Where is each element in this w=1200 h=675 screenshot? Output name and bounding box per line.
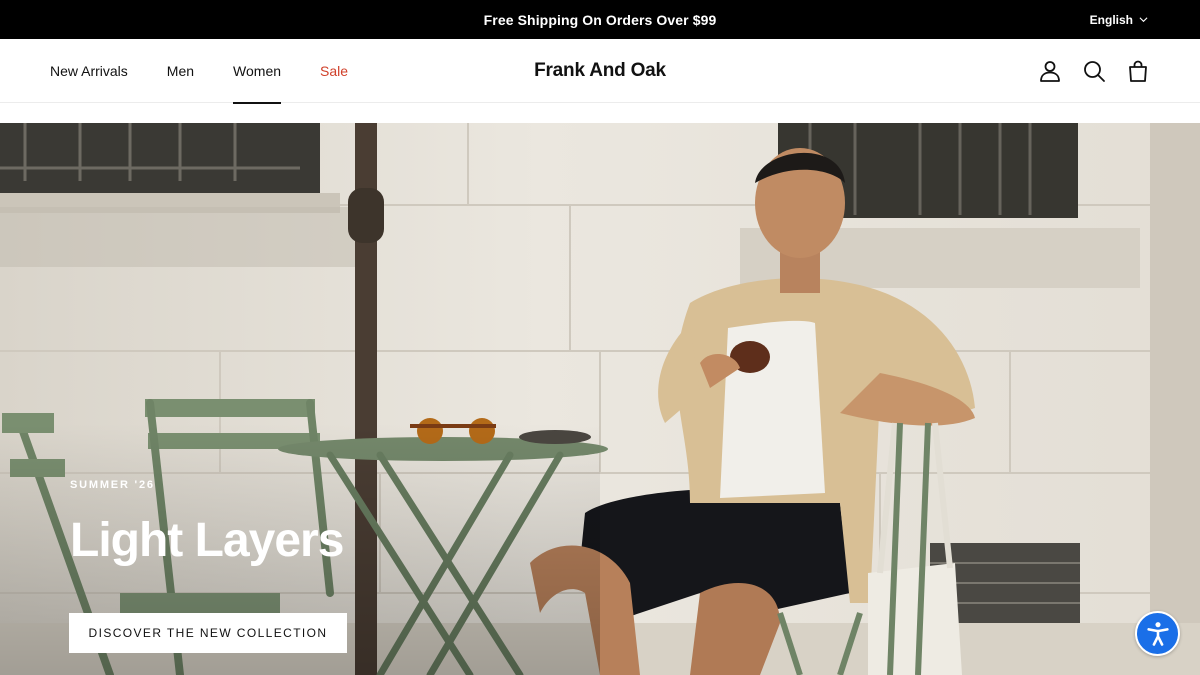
- accessibility-button[interactable]: [1135, 611, 1180, 656]
- nav-item-women[interactable]: Women: [233, 39, 281, 104]
- account-icon: [1040, 61, 1060, 82]
- hero-headline: Light Layers: [70, 514, 344, 567]
- hero-text: SUMMER '26 Light Layers: [70, 479, 344, 567]
- nav-item-new-arrivals[interactable]: New Arrivals: [50, 39, 128, 103]
- main-nav: New Arrivals Men Women Sale: [50, 39, 387, 104]
- announcement-text: Free Shipping On Orders Over $99: [483, 11, 717, 28]
- discover-collection-button[interactable]: DISCOVER THE NEW COLLECTION: [69, 613, 347, 653]
- announcement-bar: Free Shipping On Orders Over $99 English: [0, 0, 1200, 39]
- language-label: English: [1089, 12, 1133, 27]
- hero-eyebrow: SUMMER '26: [70, 479, 155, 491]
- account-button[interactable]: [1038, 59, 1062, 83]
- hero-banner[interactable]: SUMMER '26 Light Layers DISCOVER THE NEW…: [0, 123, 1200, 675]
- cart-button[interactable]: [1126, 59, 1150, 83]
- chevron-down-icon: [1139, 17, 1148, 23]
- search-icon: [1084, 61, 1105, 82]
- site-header: New Arrivals Men Women Sale Frank And Oa…: [0, 39, 1200, 104]
- brand-logo[interactable]: Frank And Oak: [534, 60, 666, 82]
- nav-item-men[interactable]: Men: [167, 39, 194, 103]
- cart-icon: [1129, 60, 1147, 82]
- nav-item-sale[interactable]: Sale: [320, 39, 348, 103]
- accessibility-icon: [1146, 621, 1169, 646]
- language-selector[interactable]: English: [1090, 0, 1148, 39]
- search-button[interactable]: [1082, 59, 1106, 83]
- hero-image: [0, 123, 1200, 675]
- header-icons: [1038, 39, 1150, 103]
